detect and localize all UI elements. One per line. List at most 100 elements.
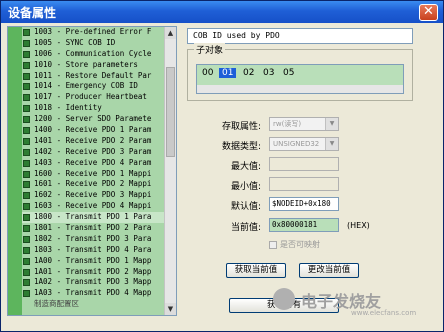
subindex-scrollbar[interactable] — [197, 85, 403, 93]
tree-item-label: 1011 - Restore Default Par — [34, 70, 152, 80]
object-icon — [23, 203, 30, 211]
object-icon — [23, 50, 30, 58]
tree-item[interactable]: 1A02 - Transmit PDO 3 Mapp — [22, 277, 165, 288]
tree-item[interactable]: 1010 - Store parameters — [22, 60, 165, 71]
object-icon — [23, 72, 30, 80]
mappable-label: 是否可映射 — [280, 240, 320, 249]
tree-item[interactable]: 1403 - Receive PDO 4 Param — [22, 158, 165, 169]
tree-item[interactable]: 1A01 - Transmit PDO 2 Mapp — [22, 267, 165, 278]
tree-item[interactable]: 1200 - Server SDO Paramete — [22, 114, 165, 125]
min-field — [269, 177, 339, 191]
tree-item-label: 1017 - Producer Heartbeat — [34, 92, 147, 102]
watermark-logo — [273, 288, 295, 310]
tree-item[interactable]: 1A00 - Transmit PDO 1 Mapp — [22, 256, 165, 267]
tree-footer-item[interactable]: 制造商配置区 — [22, 299, 165, 310]
tree-item[interactable]: 1011 - Restore Default Par — [22, 71, 165, 82]
tree-item[interactable]: 1401 - Receive PDO 2 Param — [22, 136, 165, 147]
object-icon — [23, 192, 30, 200]
tree-item[interactable]: 1801 - Transmit PDO 2 Para — [22, 223, 165, 234]
window-title: 设备属性 — [8, 6, 57, 20]
title-bar[interactable]: 设备属性 ✕ — [1, 1, 443, 23]
object-icon — [23, 235, 30, 243]
change-current-button[interactable]: 更改当前值 — [299, 263, 359, 278]
tree-item[interactable]: 1A03 - Transmit PDO 4 Mapp — [22, 288, 165, 299]
tree-item[interactable]: 1003 - Pre-defined Error F — [22, 27, 165, 38]
tree-item-label: 1200 - Server SDO Paramete — [34, 114, 152, 124]
object-icon — [23, 137, 30, 145]
scroll-down-icon[interactable]: ▼ — [165, 303, 176, 315]
min-label: 最小值: — [230, 182, 261, 192]
object-icon — [23, 39, 30, 47]
tree-item[interactable]: 1802 - Transmit PDO 3 Para — [22, 234, 165, 245]
chevron-down-icon: ▼ — [325, 138, 338, 150]
tree-item[interactable]: 1005 - SYNC COB ID — [22, 38, 165, 49]
tree-item-label: 1800 - Transmit PDO 1 Para — [34, 212, 152, 222]
object-icon — [23, 268, 30, 276]
tree-item-label: 1403 - Receive PDO 4 Param — [34, 157, 152, 167]
tree-item[interactable]: 1400 - Receive PDO 1 Param — [22, 125, 165, 136]
tree-item[interactable]: 1800 - Transmit PDO 1 Para — [22, 212, 165, 224]
tree-list[interactable]: 1003 - Pre-defined Error F 1005 - SYNC CO… — [22, 27, 165, 315]
object-tree[interactable]: 1003 - Pre-defined Error F 1005 - SYNC CO… — [7, 26, 177, 316]
tree-item[interactable]: 1602 - Receive PDO 3 Mappi — [22, 190, 165, 201]
tree-item-label: 1A02 - Transmit PDO 3 Mapp — [34, 277, 152, 287]
tree-item[interactable]: 1017 - Producer Heartbeat — [22, 92, 165, 103]
scroll-up-icon[interactable]: ▲ — [165, 27, 176, 39]
close-button[interactable]: ✕ — [419, 4, 438, 21]
object-icon — [23, 116, 30, 124]
current-value-input[interactable]: 0x80000181 — [269, 218, 339, 232]
close-icon: ✕ — [423, 4, 434, 19]
subindex-item-selected[interactable]: 01 — [219, 68, 237, 78]
tree-item[interactable]: 1014 - Emergency COB ID — [22, 81, 165, 92]
scroll-thumb[interactable] — [166, 67, 175, 157]
tree-item-label: 1602 - Receive PDO 3 Mappi — [34, 190, 152, 200]
subindex-item[interactable]: 00 — [202, 68, 213, 78]
chevron-down-icon: ▼ — [325, 118, 338, 130]
object-icon — [23, 159, 30, 167]
tree-item[interactable]: 1603 - Receive PDO 4 Mappi — [22, 201, 165, 212]
subindex-list[interactable]: 00 01 02 03 05 — [196, 64, 404, 94]
tree-item-label: 1018 - Identity — [34, 103, 102, 113]
tree-item-label: 1003 - Pre-defined Error F — [34, 27, 152, 36]
object-icon — [23, 246, 30, 254]
object-icon — [23, 214, 30, 222]
watermark-url: www.elecfans.com — [351, 309, 417, 317]
tree-item-label: 1801 - Transmit PDO 2 Para — [34, 223, 152, 233]
tree-item[interactable]: 1601 - Receive PDO 2 Mappi — [22, 179, 165, 190]
access-select: rw(读写) ▼ — [269, 117, 339, 131]
object-icon — [23, 94, 30, 102]
tree-item-label: 1A03 - Transmit PDO 4 Mapp — [34, 288, 152, 298]
mappable-checkbox: 是否可映射 — [269, 239, 320, 250]
tree-item-label: 1803 - Transmit PDO 4 Para — [34, 244, 152, 254]
object-icon — [23, 127, 30, 135]
max-label: 最大值: — [230, 162, 261, 172]
object-icon — [23, 225, 30, 233]
object-icon — [23, 170, 30, 178]
object-icon — [23, 290, 30, 298]
subindex-item[interactable]: 03 — [263, 68, 274, 78]
tree-item[interactable]: 1600 - Receive PDO 1 Mappi — [22, 169, 165, 180]
object-icon — [23, 83, 30, 91]
subindex-item[interactable]: 05 — [283, 68, 294, 78]
checkbox-icon — [269, 240, 277, 249]
tree-item-label: 1601 - Receive PDO 2 Mappi — [34, 179, 152, 189]
tree-item-label: 1400 - Receive PDO 1 Param — [34, 125, 152, 135]
tree-item[interactable]: 1803 - Transmit PDO 4 Para — [22, 245, 165, 256]
tree-item-label: 1603 - Receive PDO 4 Mappi — [34, 201, 152, 211]
subindex-item[interactable]: 02 — [243, 68, 254, 78]
tree-item[interactable]: 1402 - Receive PDO 3 Param — [22, 147, 165, 158]
object-description: COB ID used by PDO — [187, 28, 413, 44]
default-field: $NODEID+0x180 — [269, 197, 339, 211]
tree-item-label: 1A01 - Transmit PDO 2 Mapp — [34, 266, 152, 276]
get-current-button[interactable]: 获取当前值 — [226, 263, 286, 278]
tree-item-label: 1A00 - Transmit PDO 1 Mapp — [34, 255, 152, 265]
tree-item[interactable]: 1018 - Identity — [22, 103, 165, 114]
object-icon — [23, 257, 30, 265]
tree-item-label: 1802 - Transmit PDO 3 Para — [34, 233, 152, 243]
access-value: rw(读写) — [273, 120, 302, 128]
max-field — [269, 157, 339, 171]
current-label: 当前值: — [230, 223, 261, 233]
tree-vertical-scrollbar[interactable]: ▲ ▼ — [164, 27, 176, 315]
tree-item[interactable]: 1006 - Communication Cycle — [22, 49, 165, 60]
datatype-value: UNSIGNED32 — [273, 140, 320, 148]
